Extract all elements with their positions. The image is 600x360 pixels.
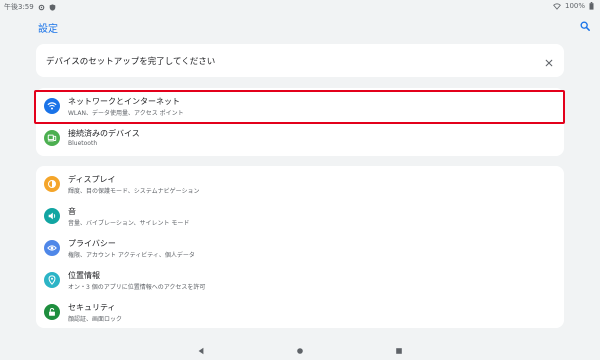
battery-label: 100% — [564, 2, 585, 10]
gear-icon — [38, 4, 45, 11]
recents-icon — [395, 340, 403, 359]
setup-suggestion-text: デバイスのセットアップを完了してください — [46, 57, 216, 67]
settings-item-network[interactable]: ネットワークとインターネット WLAN、データ使用量、アクセス ポイント — [36, 90, 564, 122]
settings-item-summary: Bluetooth — [68, 140, 98, 147]
home-button[interactable] — [294, 343, 306, 355]
page-title: 設定 — [38, 24, 58, 35]
status-left: 午後3:59 — [4, 2, 56, 12]
settings-item-summary: 輝度、目の保護モード、システムナビゲーション — [68, 188, 200, 195]
settings-item-summary: 顔認証、画面ロック — [68, 316, 123, 323]
navigation-bar — [0, 338, 600, 360]
settings-item-security[interactable]: セキュリティ 顔認証、画面ロック — [36, 296, 564, 328]
settings-item-title: 音 — [68, 207, 76, 216]
settings-item-display[interactable]: ディスプレイ 輝度、目の保護モード、システムナビゲーション — [36, 168, 564, 200]
settings-item-title: ディスプレイ — [68, 175, 116, 184]
settings-group-connectivity: ネットワークとインターネット WLAN、データ使用量、アクセス ポイント 接続済… — [36, 88, 564, 156]
location-icon — [44, 272, 60, 288]
settings-item-sound[interactable]: 音 音量、バイブレーション、サイレント モード — [36, 200, 564, 232]
shield-icon — [49, 3, 56, 11]
settings-item-title: プライバシー — [68, 239, 116, 248]
eye-icon — [44, 240, 60, 256]
settings-item-title: 位置情報 — [68, 271, 100, 280]
recents-button[interactable] — [393, 343, 405, 355]
settings-item-summary: 権限、アカウント アクティビティ、個人データ — [68, 252, 195, 259]
devices-icon — [44, 130, 60, 146]
volume-icon — [44, 208, 60, 224]
search-icon — [580, 16, 590, 35]
back-icon — [197, 340, 205, 359]
settings-item-connected-devices[interactable]: 接続済みのデバイス Bluetooth — [36, 122, 564, 154]
wifi-icon — [44, 98, 60, 114]
search-button[interactable] — [578, 18, 592, 32]
status-right: 100% — [553, 2, 594, 10]
close-icon — [545, 52, 553, 71]
app-bar: 設定 — [0, 12, 600, 40]
brightness-icon — [44, 176, 60, 192]
setup-suggestion-card[interactable]: デバイスのセットアップを完了してください — [36, 44, 564, 77]
status-bar: 午後3:59 100% — [0, 0, 600, 12]
settings-item-title: セキュリティ — [68, 303, 116, 312]
settings-item-summary: WLAN、データ使用量、アクセス ポイント — [68, 110, 184, 117]
settings-group-device: ディスプレイ 輝度、目の保護モード、システムナビゲーション 音 音量、バイブレー… — [36, 166, 564, 328]
dismiss-button[interactable] — [542, 54, 556, 68]
lock-icon — [44, 304, 60, 320]
wifi-icon — [553, 2, 561, 10]
back-button[interactable] — [195, 343, 207, 355]
settings-item-title: 接続済みのデバイス — [68, 129, 140, 138]
settings-item-title: ネットワークとインターネット — [68, 97, 180, 106]
status-time: 午後3:59 — [4, 3, 34, 11]
settings-item-summary: 音量、バイブレーション、サイレント モード — [68, 220, 190, 227]
home-icon — [296, 340, 304, 359]
settings-item-privacy[interactable]: プライバシー 権限、アカウント アクティビティ、個人データ — [36, 232, 564, 264]
settings-item-location[interactable]: 位置情報 オン・3 個のアプリに位置情報へのアクセスを許可 — [36, 264, 564, 296]
settings-item-summary: オン・3 個のアプリに位置情報へのアクセスを許可 — [68, 284, 206, 291]
battery-icon — [589, 2, 594, 10]
